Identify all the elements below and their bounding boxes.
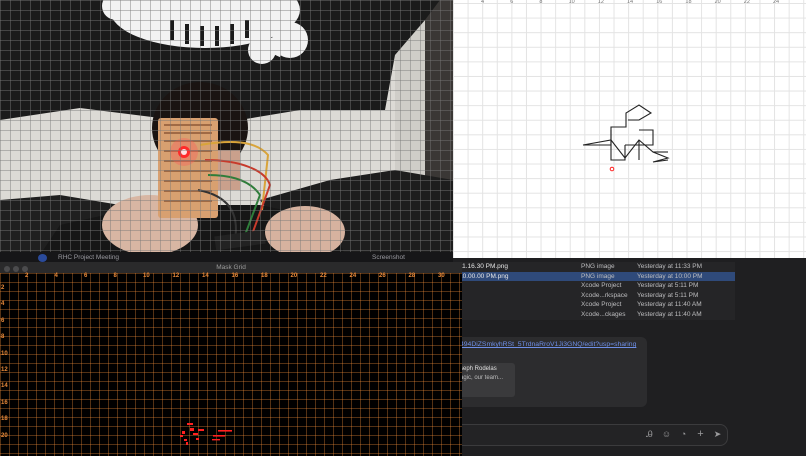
zoom-button[interactable] [22,266,28,272]
mask-window-title: Mask Grid [216,264,246,271]
meeting-app-icon [38,254,47,262]
sticker-icon[interactable]: ◔ [677,428,690,441]
finder-file-list[interactable]: 11.16.30 PM.png PNG image Yesterday at 1… [455,262,735,320]
file-row[interactable]: 11.16.30 PM.png PNG image Yesterday at 1… [455,262,735,272]
webcam-view [0,0,453,255]
link-preview-author: seph Rodelas [460,366,497,372]
detected-mask-blob [180,423,232,445]
shape-drawing-canvas[interactable]: 4 6 8 10 12 14 16 18 20 22 24 [453,0,806,258]
minimize-button[interactable] [13,266,19,272]
webcam-grid-overlay [0,0,453,255]
drawn-shape [582,104,670,163]
taskbar-item-screenshot[interactable]: Screenshot [372,254,405,261]
link-preview-text: agic, our team... [460,375,504,381]
mask-window-titlebar[interactable]: Mask Grid [0,262,462,273]
format-icon[interactable]: Ꭿ [643,428,656,441]
cursor-marker [609,166,615,172]
close-button[interactable] [4,266,10,272]
taskbar-item-meeting[interactable]: RHC Project Meeting [58,254,119,261]
mask-blobs [180,423,232,445]
plus-icon[interactable]: + [694,428,707,441]
file-row[interactable]: Xcode...ckages Yesterday at 11:40 AM [455,310,735,320]
file-row-selected[interactable]: 10.00.00 PM.png PNG image Yesterday at 1… [455,271,735,281]
emoji-icon[interactable]: ☺ [660,428,673,441]
file-row[interactable]: Xcode...rkspace Yesterday at 5:11 PM [455,291,735,301]
mask-grid-canvas: 2 4 6 8 10 12 14 16 18 20 22 24 26 28 30 2 4 6 8 10 12 14 16 1… [0,273,462,456]
message-composer[interactable]: Ꭿ ☺ ◔ + ➤ [452,424,728,446]
chat-link[interactable]: 494DiZSmkyhRSt_5TrdnaRroV1Ji3GNQ/edit?us… [460,341,645,348]
file-row[interactable]: Xcode Project Yesterday at 11:40 AM [455,300,735,310]
send-icon[interactable]: ➤ [711,428,724,441]
drawn-path [582,104,670,172]
file-row[interactable]: Xcode Project Yesterday at 5:11 PM [455,281,735,291]
